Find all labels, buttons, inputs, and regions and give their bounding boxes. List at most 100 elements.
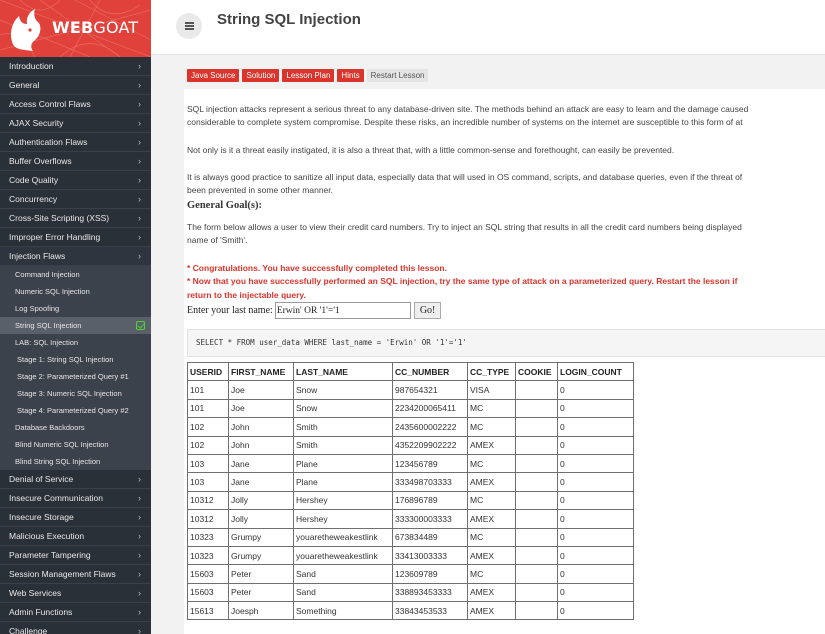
table-cell: 103 (187, 472, 229, 492)
webgoat-logo[interactable]: WEBGOAT (0, 0, 151, 57)
table-cell: Smith (293, 417, 393, 437)
submenu-item-string-sql-injection[interactable]: String SQL Injection (0, 317, 151, 334)
table-cell: 10312 (187, 490, 229, 511)
nav-item-introduction[interactable]: Introduction › (0, 57, 151, 76)
table-cell: 338893453333 (392, 582, 468, 603)
table-cell: 101 (187, 398, 229, 419)
completed-check-icon (136, 321, 145, 330)
nav-label: Session Management Flaws (9, 568, 116, 579)
table-cell: Jane (228, 453, 294, 474)
chevron-right-icon: › (138, 568, 141, 579)
submenu-item-stage-4[interactable]: Stage 4: Parameterized Query #2 (0, 402, 151, 419)
chevron-right-icon: › (138, 530, 141, 541)
table-cell: 0 (557, 380, 634, 400)
submenu-item-stage-2[interactable]: Stage 2: Parameterized Query #1 (0, 368, 151, 385)
nav-item-denial-of-service[interactable]: Denial of Service › (0, 470, 151, 489)
nav-item-admin-functions[interactable]: Admin Functions › (0, 603, 151, 622)
hints-button[interactable]: Hints (337, 69, 364, 82)
table-cell (515, 527, 558, 547)
nav-label: Injection Flaws (9, 250, 66, 261)
table-cell: 0 (557, 453, 634, 474)
nav-item-insecure-communication[interactable]: Insecure Communication › (0, 489, 151, 508)
table-row: 15613 Joesph Something 33843453533 AMEX 0 (187, 601, 634, 621)
nav-item-general[interactable]: General › (0, 76, 151, 95)
submenu-item-lab-sql-injection[interactable]: LAB: SQL Injection (0, 334, 151, 351)
table-row: 10312 Jolly Hershey 176896789 MC 0 (187, 490, 634, 511)
goal-description-line-1: The form below allows a user to view the… (187, 222, 742, 232)
table-cell: Something (293, 601, 393, 621)
table-cell: MC (467, 453, 516, 474)
last-name-input[interactable] (274, 302, 411, 319)
nav-item-improper-error-handling[interactable]: Improper Error Handling › (0, 228, 151, 247)
table-cell (515, 582, 558, 603)
submenu-label: Blind Numeric SQL Injection (15, 440, 109, 449)
table-cell: 0 (557, 527, 634, 547)
nav-label: Web Services (9, 587, 62, 598)
nav-item-session-management-flaws[interactable]: Session Management Flaws › (0, 565, 151, 584)
table-cell: MC (467, 564, 516, 584)
chevron-right-icon: › (138, 473, 141, 484)
submenu-item-command-injection[interactable]: Command Injection (0, 266, 151, 283)
nav-item-ajax-security[interactable]: AJAX Security › (0, 114, 151, 133)
table-cell: 0 (557, 398, 634, 419)
nav-item-insecure-storage[interactable]: Insecure Storage › (0, 508, 151, 527)
nav-item-authentication-flaws[interactable]: Authentication Flaws › (0, 133, 151, 152)
java-source-button[interactable]: Java Source (187, 69, 240, 82)
table-row: 10312 Jolly Hershey 333300003333 AMEX 0 (187, 509, 634, 529)
table-cell: Hershey (293, 490, 393, 511)
submenu-item-stage-1[interactable]: Stage 1: String SQL Injection (0, 351, 151, 368)
nav-item-xss[interactable]: Cross-Site Scripting (XSS) › (0, 209, 151, 228)
nav-item-code-quality[interactable]: Code Quality › (0, 171, 151, 190)
menu-toggle-button[interactable] (176, 13, 202, 39)
last-name-form: Enter your last name: Go! (187, 302, 442, 319)
chevron-right-icon: › (138, 606, 141, 617)
submenu-item-log-spoofing[interactable]: Log Spoofing (0, 300, 151, 317)
table-cell: Plane (293, 472, 393, 492)
submenu-item-stage-3[interactable]: Stage 3: Numeric SQL Injection (0, 385, 151, 402)
table-cell: 4352209902222 (392, 435, 468, 455)
submenu-item-database-backdoors[interactable]: Database Backdoors (0, 419, 151, 436)
table-cell: 15613 (187, 601, 229, 621)
nav-item-parameter-tampering[interactable]: Parameter Tampering › (0, 546, 151, 565)
table-cell: 123609789 (392, 564, 468, 584)
submenu-label: LAB: SQL Injection (15, 338, 79, 347)
nav-item-web-services[interactable]: Web Services › (0, 584, 151, 603)
table-row: 103 Jane Plane 123456789 MC 0 (187, 453, 634, 474)
column-header: CC_NUMBER (392, 361, 468, 382)
brand-name-bold: WEB (52, 18, 94, 37)
nav-item-malicious-execution[interactable]: Malicious Execution › (0, 527, 151, 546)
column-header: COOKIE (515, 361, 558, 382)
nav-item-challenge[interactable]: Challenge › (0, 622, 151, 634)
table-header-row: USERID FIRST_NAME LAST_NAME CC_NUMBER CC… (187, 361, 634, 382)
table-cell (515, 545, 558, 566)
table-cell: 0 (557, 601, 634, 621)
table-cell (515, 435, 558, 455)
chevron-right-icon: › (138, 193, 141, 204)
table-cell: Snow (293, 398, 393, 419)
lesson-content: SQL injection attacks represent a seriou… (184, 89, 825, 634)
success-message: * Congratulations. You have successfully… (187, 263, 447, 273)
nav-item-injection-flaws[interactable]: Injection Flaws › (0, 247, 151, 266)
submenu-item-numeric-sql-injection[interactable]: Numeric SQL Injection (0, 283, 151, 300)
lesson-plan-button[interactable]: Lesson Plan (282, 69, 335, 82)
submenu-item-blind-string-sql-injection[interactable]: Blind String SQL Injection (0, 453, 151, 470)
chevron-right-icon: › (138, 587, 141, 598)
table-cell: 0 (557, 435, 634, 455)
table-cell: 987654321 (392, 380, 468, 400)
table-cell: 15603 (187, 564, 229, 584)
nav-item-concurrency[interactable]: Concurrency › (0, 190, 151, 209)
table-cell (515, 380, 558, 400)
nav-item-buffer-overflows[interactable]: Buffer Overflows › (0, 152, 151, 171)
table-cell: Peter (228, 564, 294, 584)
solution-button[interactable]: Solution (242, 69, 280, 82)
restart-lesson-button[interactable]: Restart Lesson (366, 69, 429, 82)
submenu-item-blind-numeric-sql-injection[interactable]: Blind Numeric SQL Injection (0, 436, 151, 453)
lesson-nav-bottom: Denial of Service › Insecure Communicatio… (0, 470, 151, 634)
sidebar: WEBGOAT Introduction › General › Access Co… (0, 0, 151, 634)
table-cell: 102 (187, 417, 229, 437)
go-button[interactable]: Go! (413, 302, 442, 319)
brand-name-rest: GOAT (93, 18, 139, 37)
table-cell: AMEX (467, 601, 516, 621)
table-cell (515, 490, 558, 511)
nav-item-access-control-flaws[interactable]: Access Control Flaws › (0, 95, 151, 114)
